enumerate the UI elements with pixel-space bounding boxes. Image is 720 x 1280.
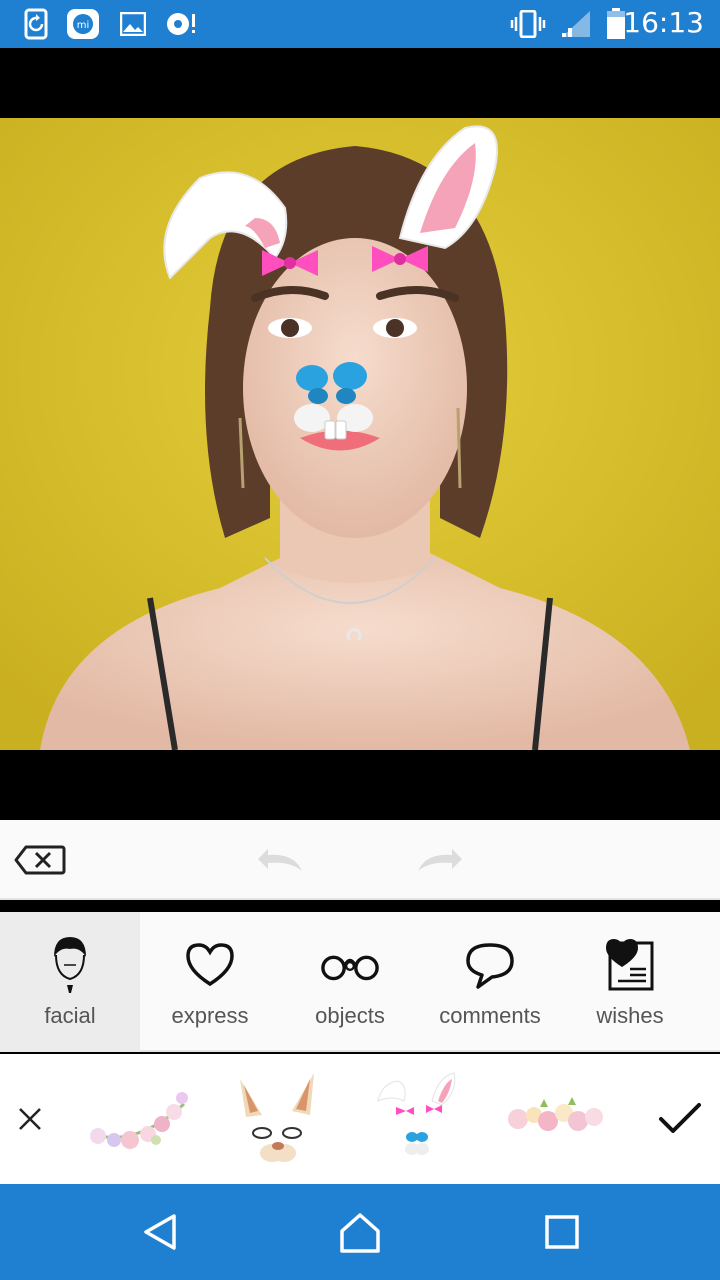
tab-label: objects [315,1003,385,1028]
tab-wishes[interactable]: wishes [560,912,700,1052]
svg-text:mi: mi [77,20,90,31]
status-bar: mi 16:13 [0,0,720,48]
speech-bubble-icon [460,935,520,995]
portrait-photo[interactable] [0,118,720,750]
media-icon [164,8,198,40]
status-time: 16:13 [623,6,704,39]
confirm-icon[interactable] [654,1066,706,1172]
mi-icon: mi [66,8,100,40]
sticker-categories: facial express objects comments wishes [0,912,720,1052]
redo-icon[interactable] [414,840,466,880]
sync-icon [24,8,48,40]
editor-action-bar [0,820,720,900]
face-icon [40,935,100,995]
home-icon[interactable] [336,1208,384,1256]
signal-icon [560,8,592,40]
tab-express[interactable]: express [140,912,280,1052]
tab-facial[interactable]: facial [0,912,140,1052]
recents-icon[interactable] [538,1208,586,1256]
tab-label: comments [439,1003,541,1028]
sticker-strip [0,1054,720,1184]
sticker-flower-crown[interactable] [86,1066,190,1172]
clear-icon[interactable] [14,840,66,880]
tab-comments[interactable]: comments [420,912,560,1052]
heart-card-icon [600,935,660,995]
back-icon[interactable] [136,1208,184,1256]
tab-objects[interactable]: objects [280,912,420,1052]
tab-label: facial [44,1003,96,1028]
heart-icon [180,935,240,995]
glasses-icon [320,935,380,995]
tab-label: express [171,1003,249,1028]
sticker-cat-ears[interactable] [232,1066,322,1172]
close-icon[interactable] [10,1066,50,1172]
photo-preview[interactable] [0,48,720,820]
tab-label: wishes [596,1003,664,1028]
undo-icon[interactable] [254,840,306,880]
navigation-bar [0,1184,720,1280]
sticker-flower-band[interactable] [504,1066,608,1172]
gallery-icon [120,8,146,40]
sticker-bunny-ears[interactable] [374,1066,460,1172]
vibrate-icon [510,8,546,40]
